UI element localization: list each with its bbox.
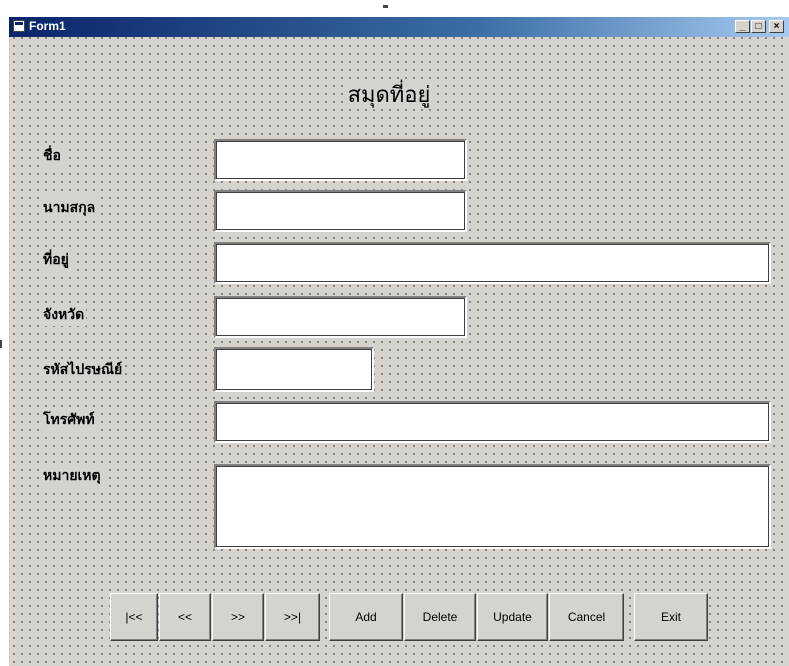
first-record-button[interactable]: |<< <box>110 593 158 641</box>
first-name-label: ชื่อ <box>41 145 63 167</box>
exit-button[interactable]: Exit <box>634 593 708 641</box>
update-button[interactable]: Update <box>477 593 548 641</box>
last-record-button[interactable]: >>| <box>265 593 320 641</box>
province-label: จังหวัด <box>41 304 87 326</box>
address-label: ที่อยู่ <box>41 249 71 271</box>
next-record-button[interactable]: >> <box>212 593 264 641</box>
stray-mark <box>383 5 388 8</box>
form-heading-text: สมุดที่อยู่ <box>345 83 433 108</box>
minimize-button[interactable]: _ <box>735 20 750 33</box>
window-title: Form1 <box>29 19 66 33</box>
postal-code-label: รหัสไปรษณีย์ <box>41 359 125 381</box>
last-name-field[interactable] <box>214 190 467 232</box>
notes-field[interactable] <box>214 464 771 549</box>
province-field[interactable] <box>214 296 467 338</box>
form-window: Form1 _ □ × สมุดที่อยู่ ชื่อ นามสกุล ที่… <box>9 17 789 666</box>
close-button[interactable]: × <box>769 20 784 33</box>
phone-label: โทรศัพท์ <box>41 409 97 431</box>
title-bar[interactable]: Form1 _ □ × <box>9 17 789 37</box>
address-field[interactable] <box>214 242 771 284</box>
phone-field[interactable] <box>214 401 771 443</box>
add-button[interactable]: Add <box>329 593 403 641</box>
notes-label: หมายเหตุ <box>41 465 103 487</box>
maximize-button[interactable]: □ <box>751 20 766 33</box>
previous-record-button[interactable]: << <box>159 593 211 641</box>
app-icon[interactable] <box>13 20 25 32</box>
postal-code-field[interactable] <box>214 347 374 392</box>
stray-mark <box>0 340 2 348</box>
cancel-button[interactable]: Cancel <box>549 593 624 641</box>
first-name-field[interactable] <box>214 139 467 181</box>
delete-button[interactable]: Delete <box>404 593 476 641</box>
last-name-label: นามสกุล <box>41 197 98 219</box>
form-heading: สมุดที่อยู่ <box>9 77 769 112</box>
